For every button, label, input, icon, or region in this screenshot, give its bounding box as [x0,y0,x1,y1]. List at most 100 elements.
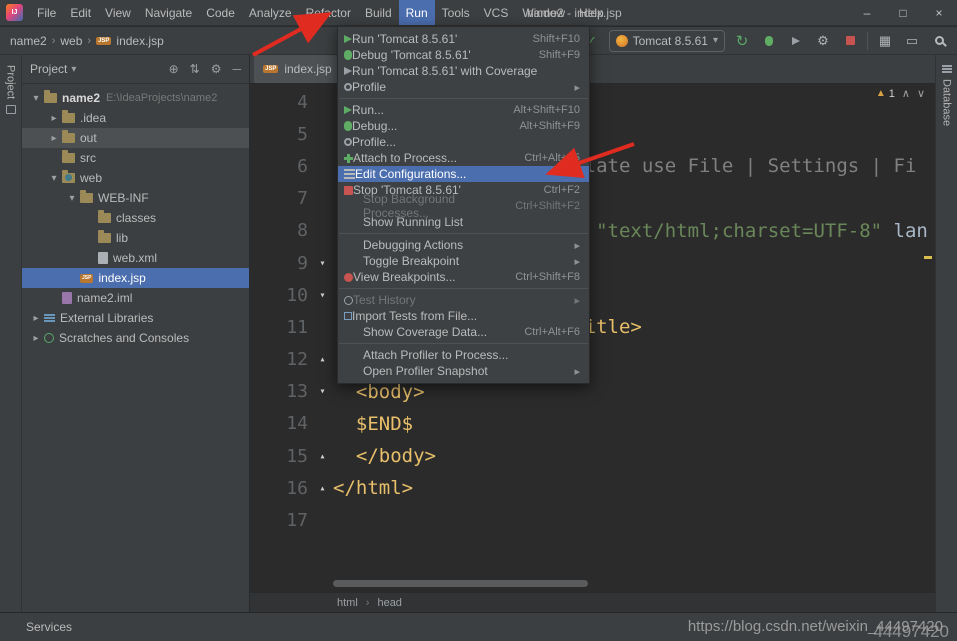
tree-item-index-jsp[interactable]: JSPindex.jsp [22,268,249,288]
monitor-button[interactable]: ▭ [902,30,922,52]
menu-item-attach-profiler-to-process[interactable]: Attach Profiler to Process... [338,347,589,363]
menu-item-debugging-actions[interactable]: Debugging Actions▸ [338,237,589,253]
menu-item-attach-to-process[interactable]: Attach to Process...Ctrl+Alt+F5 [338,150,589,166]
menu-item-profile[interactable]: Profile... [338,134,589,150]
menu-refactor[interactable]: Refactor [299,0,358,25]
tree-item-out[interactable]: ▸out [22,128,249,148]
tree-item-name2-iml[interactable]: name2.iml [22,288,249,308]
run-menu-popup: Run 'Tomcat 8.5.61'Shift+F10Debug 'Tomca… [337,26,590,384]
fold-down-icon[interactable]: ▾ [312,386,333,397]
breadcrumb-web[interactable]: web [60,34,82,48]
tree-item-label: name2.iml [77,291,132,305]
menu-item-view-breakpoints[interactable]: View Breakpoints...Ctrl+Shift+F8 [338,269,589,285]
grid-view-button[interactable]: ▦ [875,30,895,52]
menu-item-test-history[interactable]: Test History▸ [338,292,589,308]
menu-run[interactable]: Run [399,0,435,25]
menu-tools[interactable]: Tools [435,0,477,25]
fold-down-icon[interactable]: ▾ [312,258,333,269]
menu-analyze[interactable]: Analyze [242,0,299,25]
tree-collapsed-icon[interactable]: ▸ [46,133,62,144]
watermark-overlap: 44497420 [873,622,949,641]
close-button[interactable]: × [921,0,957,26]
tree-item-idea[interactable]: ▸.idea [22,108,249,128]
tree-item-name2[interactable]: ▾name2E:\IdeaProjects\name2 [22,88,249,108]
menu-separator [339,288,588,289]
tree-item-web-inf[interactable]: ▾WEB-INF [22,188,249,208]
menu-item-import-tests-from-file[interactable]: Import Tests from File... [338,308,589,324]
project-panel-title[interactable]: Project [30,62,67,76]
tree-collapsed-icon[interactable]: ▸ [28,333,44,344]
fold-up-icon[interactable]: ▴ [312,354,333,365]
tree-expanded-icon[interactable]: ▾ [28,93,44,104]
chevron-down-icon: ▾ [713,35,718,46]
run-with-coverage-button[interactable] [786,30,806,52]
tree-collapsed-icon[interactable]: ▸ [28,313,44,324]
tree-item-classes[interactable]: classes [22,208,249,228]
menu-navigate[interactable]: Navigate [138,0,199,25]
menu-item-run[interactable]: Run...Alt+Shift+F10 [338,102,589,118]
breadcrumb-index-jsp[interactable]: index.jsp [116,34,163,48]
tree-item-web[interactable]: ▾web [22,168,249,188]
menu-item-debug[interactable]: Debug...Alt+Shift+F9 [338,118,589,134]
tree-item-lib[interactable]: lib [22,228,249,248]
line-number: 15 [250,446,312,467]
menu-item-debug-tomcat-8-5-61[interactable]: Debug 'Tomcat 8.5.61'Shift+F9 [338,47,589,63]
search-everywhere-button[interactable] [929,30,949,52]
menu-item-profile[interactable]: Profile▸ [338,79,589,95]
chevron-right-icon: › [52,35,56,47]
project-stripe-button[interactable]: Project [5,65,17,99]
menu-vcs[interactable]: VCS [477,0,516,25]
rerun-button[interactable]: ↻ [732,30,752,52]
maximize-button[interactable]: □ [885,0,921,26]
stop-button[interactable] [840,30,860,52]
menu-view[interactable]: View [98,0,138,25]
stop-icon [344,186,353,195]
inspection-widget[interactable]: ▲ 1 ∧ ∨ [876,87,925,100]
database-stripe-button[interactable]: Database [941,79,953,126]
chevron-up-icon[interactable]: ∧ [902,87,910,100]
profiler-button[interactable]: ⚙ [813,30,833,52]
menu-item-label: Edit Configurations... [355,167,466,181]
tree-item-scratches-and-consoles[interactable]: ▸Scratches and Consoles [22,328,249,348]
submenu-arrow-icon: ▸ [560,255,580,268]
line-number: 11 [250,317,312,338]
menu-item-label: Debugging Actions [363,238,463,252]
gear-icon[interactable]: ⚙ [211,62,222,76]
chevron-down-icon[interactable]: ▾ [71,64,76,75]
chevron-down-icon[interactable]: ∨ [917,87,925,100]
menu-file[interactable]: File [30,0,63,25]
toolwindow-icon[interactable] [6,105,16,114]
menu-code[interactable]: Code [199,0,242,25]
breadcrumb-html[interactable]: html [337,597,358,609]
menu-item-run-tomcat-8-5-61-with-coverage[interactable]: Run 'Tomcat 8.5.61' with Coverage [338,63,589,79]
menu-item-run-tomcat-8-5-61[interactable]: Run 'Tomcat 8.5.61'Shift+F10 [338,31,589,47]
locate-file-icon[interactable]: ⊕ [169,62,179,76]
minimize-button[interactable]: – [849,0,885,26]
menu-edit[interactable]: Edit [63,0,98,25]
menu-item-toggle-breakpoint[interactable]: Toggle Breakpoint▸ [338,253,589,269]
tree-item-external-libraries[interactable]: ▸External Libraries [22,308,249,328]
menu-build[interactable]: Build [358,0,399,25]
horizontal-scrollbar[interactable] [333,580,588,587]
menu-item-show-coverage-data[interactable]: Show Coverage Data...Ctrl+Alt+F6 [338,324,589,340]
expand-collapse-icon[interactable]: ⇅ [190,62,200,76]
tree-item-src[interactable]: src [22,148,249,168]
tree-collapsed-icon[interactable]: ▸ [46,113,62,124]
fold-up-icon[interactable]: ▴ [312,451,333,462]
warning-icon: ▲ [876,88,886,99]
tree-expanded-icon[interactable]: ▾ [46,173,62,184]
hide-panel-icon[interactable]: ─ [232,62,241,76]
breadcrumb-head[interactable]: head [377,597,401,609]
menu-item-open-profiler-snapshot[interactable]: Open Profiler Snapshot▸ [338,363,589,379]
run-configuration-select[interactable]: Tomcat 8.5.61 ▾ [609,30,725,52]
menu-item-stop-background-processes[interactable]: Stop Background Processes...Ctrl+Shift+F… [338,198,589,214]
error-stripe-mark[interactable] [924,256,932,259]
fold-down-icon[interactable]: ▾ [312,290,333,301]
fold-up-icon[interactable]: ▴ [312,483,333,494]
tree-item-web-xml[interactable]: web.xml [22,248,249,268]
debug-button[interactable] [759,30,779,52]
breadcrumb-name2[interactable]: name2 [10,34,47,48]
menu-item-edit-configurations[interactable]: Edit Configurations... [338,166,589,182]
services-button[interactable]: Services [26,620,72,634]
tree-expanded-icon[interactable]: ▾ [64,193,80,204]
